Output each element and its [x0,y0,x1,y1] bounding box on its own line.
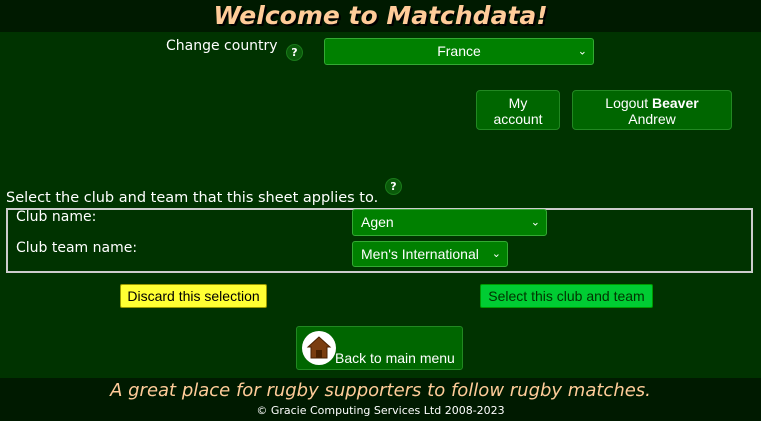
home-icon [302,331,336,365]
user-firstname: Andrew [628,111,676,127]
club-name-value: Agen [361,214,394,230]
logout-button[interactable]: Logout Beaver Andrew [572,90,732,130]
logout-label: Logout [605,95,652,111]
club-name-label: Club name: [16,209,97,225]
select-club-team-button[interactable]: Select this club and team [480,284,653,308]
chevron-down-icon: ⌄ [577,45,587,57]
country-select-value: France [437,43,481,59]
page-header: Welcome to Matchdata! [0,0,761,32]
tagline: A great place for rugby supporters to fo… [110,380,651,401]
change-country-label: Change country [166,38,278,54]
selection-help-icon[interactable]: ? [385,178,402,195]
my-account-label-line1: My [508,95,528,111]
chevron-down-icon: ⌄ [530,216,540,228]
page-footer: A great place for rugby supporters to fo… [0,378,761,421]
chevron-down-icon: ⌄ [491,248,501,260]
page-title: Welcome to Matchdata! [213,1,548,30]
discard-selection-button[interactable]: Discard this selection [120,284,267,308]
user-surname: Beaver [652,95,699,111]
club-team-label: Club team name: [16,240,138,256]
back-to-main-menu-label: Back to main menu [335,350,455,366]
club-name-select[interactable]: Agen ⌄ [352,209,547,236]
my-account-label-line2: account [493,111,543,127]
selection-instruction: Select the club and team that this sheet… [6,190,379,206]
copyright: © Gracie Computing Services Ltd 2008-202… [256,404,505,417]
club-team-value: Men's International [361,246,479,262]
country-select[interactable]: France ⌄ [324,38,594,65]
back-to-main-menu-button[interactable]: Back to main menu [296,326,463,370]
club-team-select[interactable]: Men's International ⌄ [352,241,508,267]
my-account-button[interactable]: My account [476,90,560,130]
country-help-icon[interactable]: ? [286,44,303,61]
